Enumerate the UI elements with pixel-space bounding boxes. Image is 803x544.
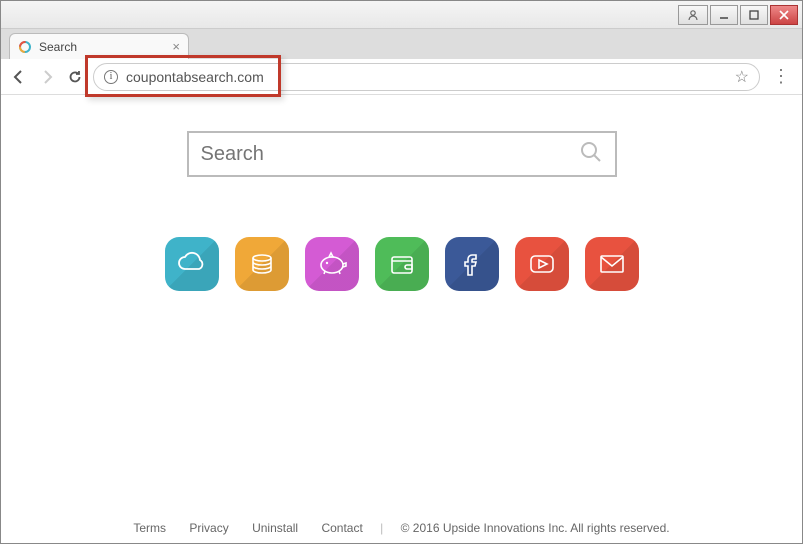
site-info-icon[interactable]: i (104, 70, 118, 84)
bookmark-star-icon[interactable]: ☆ (735, 67, 749, 87)
tab-title: Search (39, 40, 77, 54)
browser-menu-button[interactable]: ⋮ (768, 66, 794, 87)
user-button[interactable] (678, 5, 708, 25)
page-content: Terms Privacy Uninstall Contact | © 2016… (1, 96, 802, 543)
forward-button[interactable] (37, 67, 57, 87)
search-icon[interactable] (579, 140, 603, 169)
footer-copyright: © 2016 Upside Innovations Inc. All right… (401, 521, 670, 535)
page-footer: Terms Privacy Uninstall Contact | © 2016… (1, 521, 802, 535)
tab-close-icon[interactable]: × (172, 39, 180, 54)
footer-link-uninstall[interactable]: Uninstall (252, 521, 298, 535)
search-box[interactable] (187, 131, 617, 177)
shortcut-cloud[interactable] (165, 237, 219, 291)
close-button[interactable] (770, 5, 798, 25)
footer-link-terms[interactable]: Terms (133, 521, 166, 535)
shortcut-mail[interactable] (585, 237, 639, 291)
shortcut-facebook[interactable] (445, 237, 499, 291)
favicon-icon (18, 40, 32, 54)
shortcut-coins[interactable] (235, 237, 289, 291)
footer-separator: | (380, 521, 383, 535)
footer-link-privacy[interactable]: Privacy (189, 521, 228, 535)
url-text: coupontabsearch.com (126, 69, 264, 85)
shortcut-row (1, 237, 802, 291)
browser-tab[interactable]: Search × (9, 33, 189, 59)
back-button[interactable] (9, 67, 29, 87)
search-input[interactable] (201, 143, 579, 166)
window-titlebar (1, 1, 802, 29)
minimize-button[interactable] (710, 5, 738, 25)
footer-link-contact[interactable]: Contact (321, 521, 362, 535)
shortcut-wallet[interactable] (375, 237, 429, 291)
tab-strip: Search × (1, 29, 802, 59)
shortcut-piggy[interactable] (305, 237, 359, 291)
browser-toolbar: i coupontabsearch.com ☆ ⋮ (1, 59, 802, 95)
maximize-button[interactable] (740, 5, 768, 25)
address-bar[interactable]: i coupontabsearch.com ☆ (93, 63, 760, 91)
reload-button[interactable] (65, 67, 85, 87)
shortcut-youtube[interactable] (515, 237, 569, 291)
